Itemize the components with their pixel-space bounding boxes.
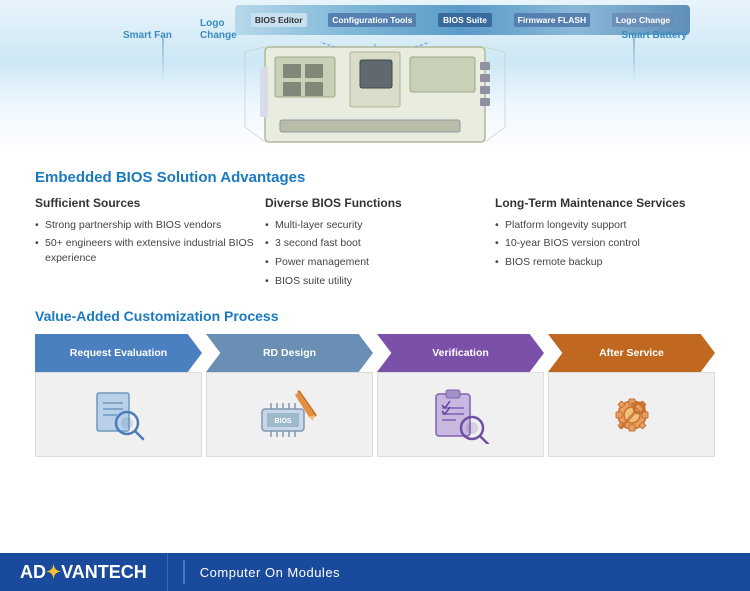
advantech-logo: AD✦VANTECH <box>20 562 147 583</box>
process-steps: Request Evaluation <box>35 334 715 457</box>
config-tools-chip: Configuration Tools <box>328 13 416 27</box>
footer-logo-section: AD✦VANTECH <box>0 553 168 591</box>
svg-text:BIOS: BIOS <box>274 418 291 425</box>
sufficient-sources-list: Strong partnership with BIOS vendors 50+… <box>35 218 255 266</box>
step3-body <box>377 372 544 457</box>
longterm-item-1: Platform longevity support <box>495 218 715 233</box>
diverse-bios-list: Multi-layer security 3 second fast boot … <box>265 218 485 289</box>
brand-vantech: VANTECH <box>61 562 147 583</box>
step2-label: RD Design <box>253 347 326 359</box>
sufficient-sources-header: Sufficient Sources <box>35 196 255 212</box>
longterm-item-3: BIOS remote backup <box>495 255 715 270</box>
step-rd-design: RD Design BIOS <box>206 334 373 457</box>
advantages-title: Embedded BIOS Solution Advantages <box>35 169 715 186</box>
main-content: Embedded BIOS Solution Advantages Suffic… <box>0 155 750 467</box>
diverse-item-3: Power management <box>265 255 485 270</box>
diagram-section: Smart Fan LogoChange BIOS Editor Configu… <box>0 0 750 155</box>
diagram-labels: Smart Fan LogoChange BIOS Editor Configu… <box>0 0 750 155</box>
longterm-list: Platform longevity support 10-year BIOS … <box>495 218 715 270</box>
step-after-service: After Service <box>548 334 715 457</box>
motherboard-illustration <box>205 42 545 152</box>
footer-tagline: Computer On Modules <box>200 565 340 580</box>
brand-van: ✦ <box>46 562 61 583</box>
diverse-bios-col: Diverse BIOS Functions Multi-layer secur… <box>265 196 485 292</box>
footer: AD✦VANTECH Computer On Modules <box>0 553 750 591</box>
after-service-icon <box>603 386 661 444</box>
connector-left <box>162 35 164 80</box>
bios-suite-chip: BIOS Suite <box>438 13 492 27</box>
step2-header: RD Design <box>206 334 373 372</box>
verification-icon <box>430 386 492 444</box>
diverse-bios-header: Diverse BIOS Functions <box>265 196 485 212</box>
step3-label: Verification <box>422 347 499 359</box>
longterm-item-2: 10-year BIOS version control <box>495 236 715 251</box>
step3-header: Verification <box>377 334 544 372</box>
diverse-item-4: BIOS suite utility <box>265 274 485 289</box>
diverse-item-1: Multi-layer security <box>265 218 485 233</box>
sufficient-item-2: 50+ engineers with extensive industrial … <box>35 236 255 265</box>
sufficient-sources-col: Sufficient Sources Strong partnership wi… <box>35 196 255 292</box>
step-request-evaluation: Request Evaluation <box>35 334 202 457</box>
step4-header: After Service <box>548 334 715 372</box>
step1-label: Request Evaluation <box>65 347 172 359</box>
longterm-col: Long-Term Maintenance Services Platform … <box>495 196 715 292</box>
bios-editor-chip: BIOS Editor <box>251 13 307 27</box>
diverse-item-2: 3 second fast boot <box>265 236 485 251</box>
advantages-grid: Sufficient Sources Strong partnership wi… <box>35 196 715 292</box>
brand-ad: AD <box>20 562 46 583</box>
footer-divider <box>183 560 185 584</box>
step1-body <box>35 372 202 457</box>
logo-change-right-chip: Logo Change <box>612 13 674 27</box>
connector-right <box>633 35 635 80</box>
request-eval-icon <box>89 385 149 445</box>
process-title: Value-Added Customization Process <box>35 308 715 324</box>
sufficient-item-1: Strong partnership with BIOS vendors <box>35 218 255 233</box>
step-verification: Verification <box>377 334 544 457</box>
longterm-header: Long-Term Maintenance Services <box>495 196 715 212</box>
step2-body: BIOS <box>206 372 373 457</box>
firmware-flash-chip: Firmware FLASH <box>514 13 591 27</box>
smart-fan-label: Smart Fan <box>118 28 177 43</box>
rd-design-icon: BIOS <box>257 387 322 442</box>
step4-body <box>548 372 715 457</box>
step4-label: After Service <box>589 347 674 359</box>
step1-header: Request Evaluation <box>35 334 202 372</box>
smart-battery-label: Smart Battery <box>616 28 692 43</box>
